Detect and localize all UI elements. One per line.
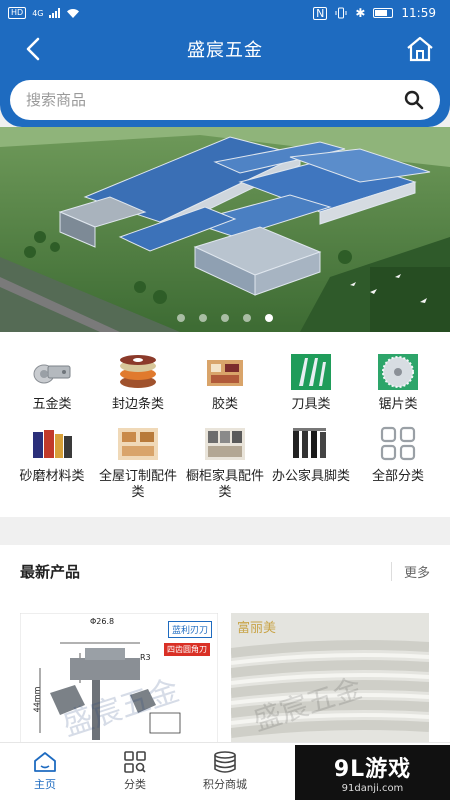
search-area [0,72,450,127]
tab-category[interactable]: 分类 [90,743,180,800]
cutter-icon [289,352,333,392]
tab-label: 主页 [34,778,56,791]
hinge-icon [30,352,74,392]
search-bar[interactable] [10,80,440,120]
latest-products-section: 最新产品 更多 蓝利刃刀 四齿圆角刀 Φ26.8 R3 44mm 盛宸五金 富丽… [0,545,450,745]
category-label: 五金类 [32,397,72,412]
category-label: 橱柜家具配件类 [185,469,264,500]
more-link[interactable]: 更多 [390,561,430,581]
category-label: 全部分类 [371,469,424,484]
tab-label: 积分商城 [203,778,247,791]
product-badge: 蓝利刃刀 [167,621,212,638]
signal-type: 4G [32,8,44,18]
battery-icon [373,8,394,18]
network-badge: HD [8,7,27,19]
tab-home[interactable]: 主页 [0,743,90,800]
status-bar: HD 4G N ✱ 11:59 [0,0,450,26]
product-subtitle: 四齿圆角刀 [164,643,210,656]
category-label: 全屋订制配件类 [98,469,177,500]
wifi-icon [67,8,80,18]
points-mall-tab-icon [214,751,236,773]
watermark-brand: 9L游戏 [333,757,412,782]
category-label: 刀具类 [291,397,331,412]
category-saw-blades[interactable]: 锯片类 [353,352,443,413]
product-brand: 富丽美 [237,621,277,636]
back-button[interactable] [18,34,48,64]
vibrate-icon [335,7,347,19]
section-title: 最新产品 [20,562,81,581]
all-categories-grid-icon [376,424,420,464]
carousel-dot[interactable] [243,314,251,322]
carousel-dot[interactable] [177,314,185,322]
dimension-label: Φ26.8 [90,617,115,626]
office-furniture-legs-icon [289,424,333,464]
cabinet-parts-icon [203,424,247,464]
whole-house-parts-icon [116,424,160,464]
category-office-legs[interactable]: 办公家具脚类 [266,424,356,485]
dimension-label: R3 [140,653,151,662]
category-label: 办公家具脚类 [271,469,350,484]
category-label: 封边条类 [111,397,164,412]
app-header: 盛宸五金 [0,26,450,72]
carousel-indicators [0,314,450,322]
category-abrasives[interactable]: 砂磨材料类 [7,424,97,485]
page-title: 盛宸五金 [187,40,263,61]
category-glue[interactable]: 胶类 [180,352,270,413]
glue-icon [203,352,247,392]
site-watermark: 9L游戏 91danji.com [295,745,450,800]
category-label: 胶类 [211,397,238,412]
category-all[interactable]: 全部分类 [353,424,443,485]
tab-points-mall[interactable]: 积分商城 [180,743,270,800]
clock: 11:59 [401,6,436,20]
section-header: 最新产品 更多 [0,545,450,597]
factory-aerial-image [0,127,450,332]
category-hardware[interactable]: 五金类 [7,352,97,413]
category-label: 砂磨材料类 [19,469,85,484]
category-whole-house[interactable]: 全屋订制配件类 [93,424,183,501]
home-icon [407,36,433,62]
category-grid: 五金类 封边条类 胶类 刀具类 锯片类 砂磨材料类 全屋订制配件类 橱柜家具配件… [0,332,450,517]
category-cabinet[interactable]: 橱柜家具配件类 [180,424,270,501]
carousel-dot[interactable] [221,314,229,322]
category-edge-banding[interactable]: 封边条类 [93,352,183,413]
bluetooth-icon: ✱ [355,6,366,20]
tab-label: 分类 [124,778,146,791]
category-cutters[interactable]: 刀具类 [266,352,356,413]
watermark-site: 91danji.com [341,783,404,794]
banner-carousel[interactable] [0,127,450,332]
product-card[interactable]: 蓝利刃刀 四齿圆角刀 Φ26.8 R3 44mm 盛宸五金 [20,613,218,745]
home-tab-icon [34,752,56,772]
dimension-label: 44mm [32,686,42,713]
nfc-icon: N [313,6,328,20]
category-tab-icon [124,751,146,773]
category-label: 锯片类 [378,397,418,412]
signal-icon [49,8,61,18]
edge-band-rolls-icon [116,352,160,392]
search-icon[interactable] [404,90,424,110]
search-input[interactable] [26,91,404,109]
home-button[interactable] [404,34,436,64]
carousel-dot[interactable] [199,314,207,322]
product-card[interactable]: 富丽美 盛宸五金 [231,613,429,745]
carousel-dot-active[interactable] [265,314,273,322]
saw-blade-icon [376,352,420,392]
chevron-left-icon [26,37,40,61]
abrasive-icon [30,424,74,464]
